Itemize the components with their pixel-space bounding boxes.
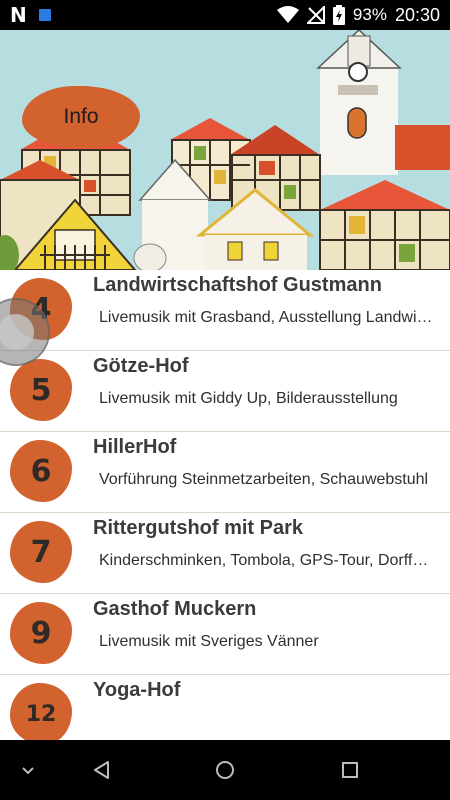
- number-badge: 12: [10, 683, 72, 740]
- farm-list[interactable]: 4 Landwirtschaftshof Gustmann Livemusik …: [0, 270, 450, 740]
- battery-charging-icon: [332, 5, 345, 25]
- n-notification-icon: N: [10, 3, 27, 27]
- number-badge: 5: [10, 359, 72, 421]
- item-title: Landwirtschaftshof Gustmann: [93, 274, 382, 296]
- app-notification-icon: [38, 9, 51, 21]
- item-title: Rittergutshof mit Park: [93, 517, 304, 539]
- info-button-label: Info: [63, 105, 99, 128]
- item-title: Gasthof Muckern: [93, 598, 257, 620]
- item-description: Livemusik mit Giddy Up, Bilderausstellun…: [99, 390, 398, 407]
- item-title: Götze-Hof: [93, 355, 189, 377]
- list-item[interactable]: 9 Gasthof Muckern Livemusik mit Sveriges…: [0, 594, 450, 675]
- navigation-bar: [0, 740, 450, 800]
- item-description: Vorführung Steinmetzarbeiten, Schauwebst…: [99, 471, 429, 488]
- recents-icon[interactable]: [338, 758, 362, 782]
- battery-percent: 93%: [352, 5, 387, 24]
- number-badge: 7: [10, 521, 72, 583]
- wifi-icon: [276, 6, 299, 23]
- back-icon[interactable]: [90, 758, 114, 782]
- chevron-down-icon[interactable]: [16, 758, 40, 782]
- item-description: Livemusik mit Sveriges Vänner: [99, 633, 319, 650]
- number-badge: 6: [10, 440, 72, 502]
- list-item[interactable]: 12 Yoga-Hof: [0, 675, 450, 740]
- info-button[interactable]: Info: [22, 86, 140, 148]
- village-illustration: [0, 30, 450, 270]
- list-item[interactable]: 4 Landwirtschaftshof Gustmann Livemusik …: [0, 270, 450, 351]
- home-icon[interactable]: [213, 758, 237, 782]
- list-item[interactable]: 7 Rittergutshof mit Park Kinderschminken…: [0, 513, 450, 594]
- header-illustration: Info: [0, 30, 450, 270]
- status-bar: N 93% 20:30: [0, 0, 450, 30]
- no-signal-icon: [306, 6, 325, 24]
- item-description: Kinderschminken, Tombola, GPS-Tour, Dorf…: [99, 552, 434, 569]
- item-title: Yoga-Hof: [93, 679, 181, 701]
- number-badge: 9: [10, 602, 72, 664]
- item-description: Livemusik mit Grasband, Ausstellung Land…: [99, 309, 434, 326]
- list-item[interactable]: 6 HillerHof Vorführung Steinmetzarbeiten…: [0, 432, 450, 513]
- clock: 20:30: [394, 4, 440, 25]
- item-title: HillerHof: [93, 436, 177, 458]
- list-item[interactable]: 5 Götze-Hof Livemusik mit Giddy Up, Bild…: [0, 351, 450, 432]
